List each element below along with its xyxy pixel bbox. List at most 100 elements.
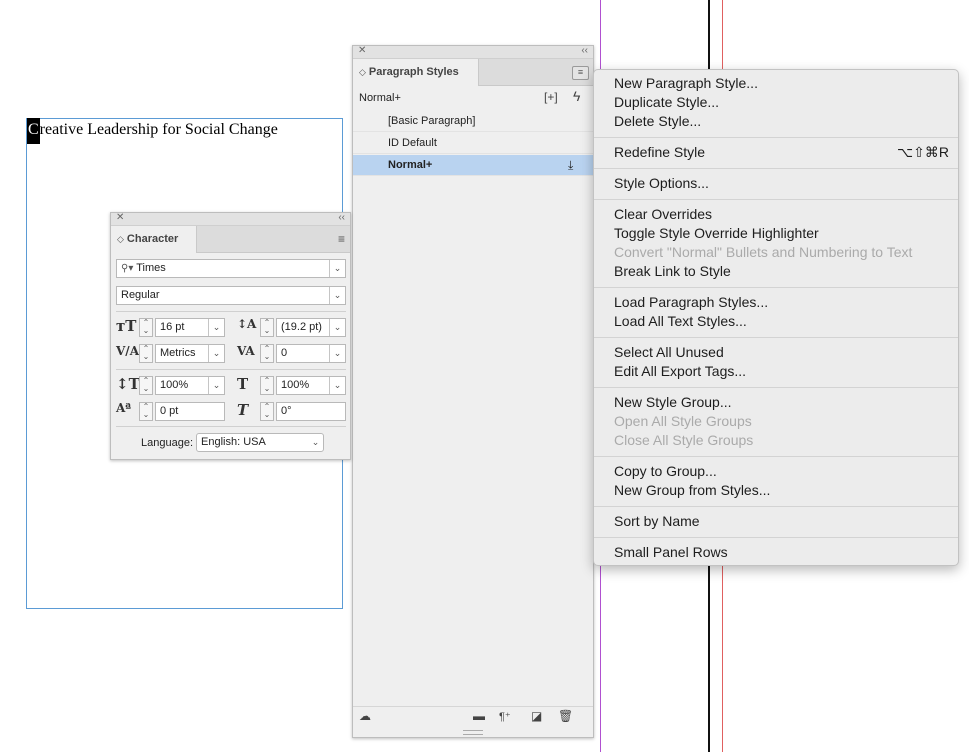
heading-text: reative Leadership for Social Change	[39, 121, 278, 138]
selected-character: C	[27, 118, 40, 144]
chevron-down-icon[interactable]: ⌄	[208, 319, 224, 336]
menu-item-convert-bullets: Convert "Normal" Bullets and Numbering t…	[614, 244, 913, 260]
font-style-field[interactable]: Regular ⌄	[116, 286, 346, 305]
menu-item-close-all-style-groups: Close All Style Groups	[614, 432, 754, 448]
chevron-down-icon[interactable]: ⌄	[329, 260, 345, 277]
new-style-icon[interactable]: [+]	[544, 90, 558, 104]
menu-item-small-panel-rows[interactable]: Small Panel Rows	[614, 544, 728, 560]
menu-item-clear-overrides[interactable]: Clear Overrides	[614, 206, 712, 222]
collapse-icon[interactable]: ‹‹	[581, 45, 588, 56]
menu-item-open-all-style-groups: Open All Style Groups	[614, 413, 752, 429]
leading-stepper[interactable]: ⌃ ⌄	[260, 318, 274, 337]
folder-icon[interactable]: ▬	[473, 709, 485, 723]
tracking-icon: VA	[237, 344, 255, 358]
style-row-selected[interactable]: Normal+ ⤓	[353, 155, 593, 176]
chevron-down-icon[interactable]: ⌄	[329, 319, 345, 336]
menu-item-edit-export-tags[interactable]: Edit All Export Tags...	[614, 363, 746, 379]
font-size-stepper[interactable]: ⌃ ⌄	[139, 318, 153, 337]
menu-item-style-options[interactable]: Style Options...	[614, 175, 709, 191]
baseline-shift-stepper[interactable]: ⌃ ⌄	[139, 402, 153, 421]
panel-menu-button[interactable]: ≡	[572, 66, 589, 80]
redefine-style-shortcut: ⌥⇧⌘R	[897, 144, 949, 160]
menu-item-sort-by-name[interactable]: Sort by Name	[614, 513, 700, 529]
divider	[116, 311, 346, 312]
menu-item-copy-to-group[interactable]: Copy to Group...	[614, 463, 717, 479]
font-family-field[interactable]: ⚲▾ Times ⌄	[116, 259, 346, 278]
cloud-library-icon[interactable]: ☁	[359, 709, 371, 723]
quick-apply-icon[interactable]: ϟ	[573, 88, 580, 104]
clear-overrides-icon[interactable]: ¶⁺	[499, 710, 511, 723]
tab-character[interactable]: ◇ Character	[111, 226, 197, 253]
menu-item-select-all-unused[interactable]: Select All Unused	[614, 344, 724, 360]
divider	[116, 369, 346, 370]
paragraph-styles-flyout-menu: New Paragraph Style... Duplicate Style..…	[593, 69, 959, 566]
chevron-down-icon[interactable]: ⌄	[308, 434, 323, 451]
character-panel: ✕ ‹‹ ◇ Character ≡ ⚲▾ Times ⌄ Regular ⌄ ᴛ…	[110, 212, 351, 460]
menu-separator	[594, 199, 958, 200]
menu-item-new-paragraph-style[interactable]: New Paragraph Style...	[614, 75, 758, 91]
panel-footer	[353, 706, 593, 707]
panel-menu-icon[interactable]: ≡	[338, 233, 345, 245]
kerning-icon: V/A	[116, 344, 140, 358]
menu-separator	[594, 506, 958, 507]
panel-tabbar: ◇ Paragraph Styles ≡	[353, 59, 593, 86]
panel-titlebar: ✕ ‹‹	[111, 212, 350, 226]
menu-item-load-all-text-styles[interactable]: Load All Text Styles...	[614, 313, 747, 329]
style-row[interactable]: ID Default	[353, 133, 593, 154]
chevron-down-icon[interactable]: ⌄	[329, 377, 345, 394]
chevron-down-icon[interactable]: ⌄	[329, 345, 345, 362]
create-style-icon[interactable]: ◪	[531, 709, 542, 723]
current-style-label: Normal+	[359, 92, 401, 104]
collapse-icon[interactable]: ‹‹	[338, 212, 345, 223]
leading-field[interactable]: (19.2 pt) ⌄	[276, 318, 346, 337]
skew-field[interactable]: 0°	[276, 402, 346, 421]
menu-separator	[594, 537, 958, 538]
menu-separator	[594, 337, 958, 338]
document-heading[interactable]: Creative Leadership for Social Change	[27, 118, 278, 144]
close-icon[interactable]: ✕	[358, 45, 366, 56]
horizontal-scale-icon: T	[237, 375, 249, 393]
menu-item-duplicate-style[interactable]: Duplicate Style...	[614, 94, 719, 110]
menu-item-break-link[interactable]: Break Link to Style	[614, 263, 731, 279]
menu-item-load-paragraph-styles[interactable]: Load Paragraph Styles...	[614, 294, 768, 310]
panel-titlebar: ✕ ‹‹	[353, 45, 593, 59]
font-size-field[interactable]: 16 pt ⌄	[155, 318, 225, 337]
panel-tabbar: ◇ Character ≡	[111, 226, 350, 253]
horizontal-scale-field[interactable]: 100% ⌄	[276, 376, 346, 395]
vertical-scale-stepper[interactable]: ⌃ ⌄	[139, 376, 153, 395]
vertical-scale-field[interactable]: 100% ⌄	[155, 376, 225, 395]
kerning-stepper[interactable]: ⌃ ⌄	[139, 344, 153, 363]
menu-item-new-style-group[interactable]: New Style Group...	[614, 394, 732, 410]
menu-separator	[594, 387, 958, 388]
divider	[116, 426, 346, 427]
updown-icon: ◇	[359, 67, 366, 77]
menu-separator	[594, 287, 958, 288]
horizontal-scale-stepper[interactable]: ⌃ ⌄	[260, 376, 274, 395]
resize-grip[interactable]	[463, 730, 483, 735]
menu-item-toggle-override-highlighter[interactable]: Toggle Style Override Highlighter	[614, 225, 819, 241]
chevron-down-icon[interactable]: ⌄	[208, 345, 224, 362]
menu-item-delete-style[interactable]: Delete Style...	[614, 113, 701, 129]
download-icon: ⤓	[568, 158, 574, 172]
chevron-down-icon[interactable]: ⌄	[329, 287, 345, 304]
close-icon[interactable]: ✕	[116, 212, 124, 223]
menu-item-new-group-from-styles[interactable]: New Group from Styles...	[614, 482, 770, 498]
language-select[interactable]: English: USA ⌄	[196, 433, 324, 452]
tracking-stepper[interactable]: ⌃ ⌄	[260, 344, 274, 363]
search-icon: ⚲▾	[121, 263, 134, 274]
tab-paragraph-styles[interactable]: ◇ Paragraph Styles	[353, 59, 479, 86]
tracking-field[interactable]: 0 ⌄	[276, 344, 346, 363]
baseline-shift-field[interactable]: 0 pt	[155, 402, 225, 421]
paragraph-styles-panel: ✕ ‹‹ ◇ Paragraph Styles ≡ Normal+ [+] ϟ […	[352, 45, 594, 738]
trash-icon[interactable]: 🗑	[558, 709, 573, 723]
vertical-scale-icon: ↕T	[116, 375, 140, 393]
menu-item-redefine-style[interactable]: Redefine Style	[614, 144, 705, 160]
chevron-down-icon[interactable]: ⌄	[208, 377, 224, 394]
style-row[interactable]: [Basic Paragraph]	[353, 111, 593, 132]
skew-icon: T	[237, 401, 249, 419]
skew-stepper[interactable]: ⌃ ⌄	[260, 402, 274, 421]
leading-icon: ↕A	[237, 317, 257, 331]
language-label: Language:	[141, 437, 193, 449]
menu-separator	[594, 456, 958, 457]
kerning-field[interactable]: Metrics ⌄	[155, 344, 225, 363]
